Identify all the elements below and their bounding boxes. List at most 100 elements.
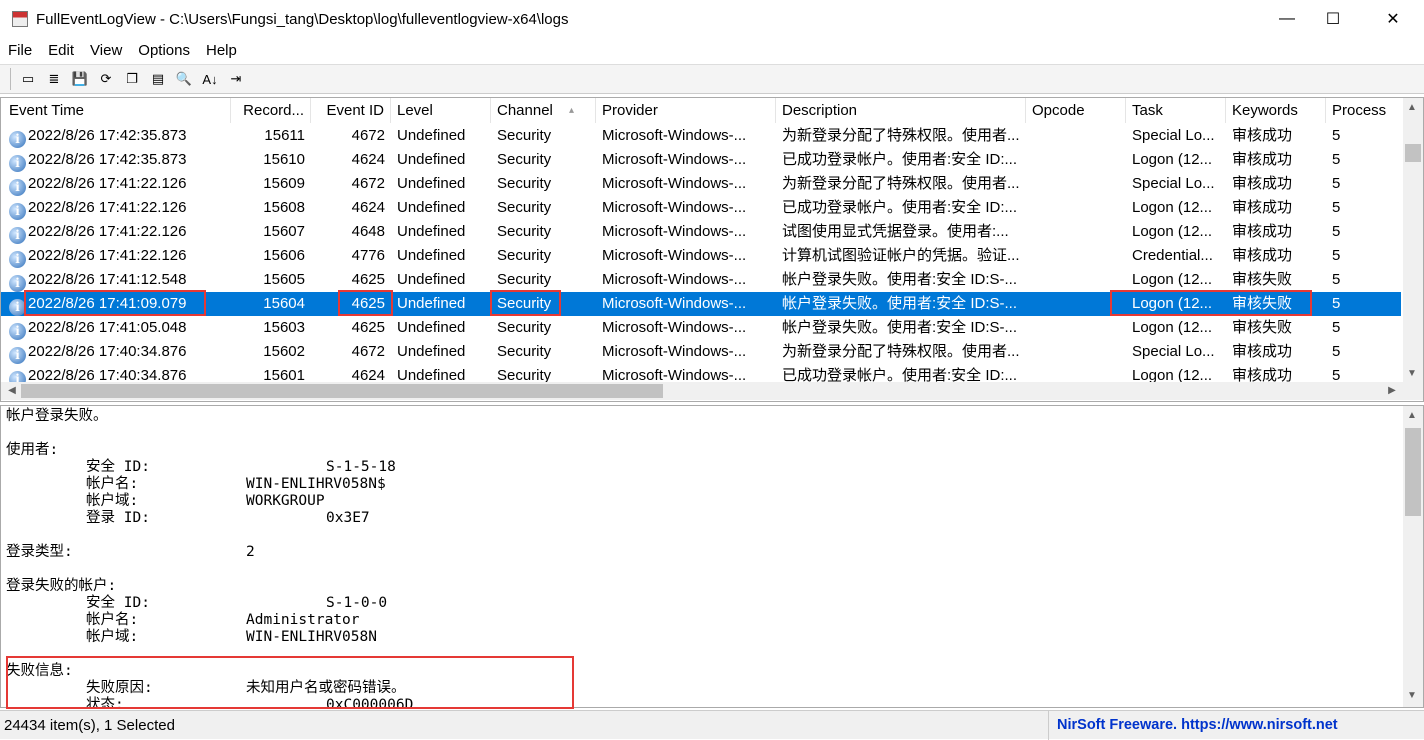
scroll-left-icon[interactable]: ◀ (3, 385, 21, 396)
cell-text: 2022/8/26 17:42:35.873 (28, 127, 187, 144)
cell-description: 计算机试图验证帐户的凭据。验证... (776, 244, 1026, 268)
cell-record: 15611 (231, 124, 311, 148)
menu-help[interactable]: Help (198, 42, 245, 59)
html-report-button[interactable]: ▤ (148, 69, 168, 89)
scroll-right-icon[interactable]: ▶ (1383, 385, 1401, 396)
cell-text: Undefined (397, 151, 466, 168)
column-header-description[interactable]: Description (776, 98, 1026, 123)
cell-process: 5 (1326, 148, 1406, 172)
cell-task: Special Lo... (1126, 124, 1226, 148)
table-row[interactable]: i 2022/8/26 17:41:22.126 15606 4776 Undefine… (1, 244, 1401, 268)
cell-provider: Microsoft-Windows-... (596, 220, 776, 244)
cell-text: Special Lo... (1132, 127, 1215, 144)
table-row[interactable]: i 2022/8/26 17:41:22.126 15607 4648 Undefine… (1, 220, 1401, 244)
cell-event-time: i 2022/8/26 17:41:09.079 (3, 292, 231, 316)
cell-text: 审核成功 (1232, 223, 1293, 240)
scroll-up-icon[interactable]: ▲ (1403, 410, 1421, 421)
column-header-provider[interactable]: Provider (596, 98, 776, 123)
column-header-opcode[interactable]: Opcode (1026, 98, 1126, 123)
column-header-channel[interactable]: Channel (491, 98, 596, 123)
table-row[interactable]: i 2022/8/26 17:41:12.548 15605 4625 Undefine… (1, 268, 1401, 292)
event-detail-pane[interactable]: 帐户登录失败。 使用者: 安全 ID: S-1-5-18 帐户名: WIN-EN… (0, 405, 1424, 708)
cell-text: 5 (1332, 223, 1341, 240)
cell-text: 为新登录分配了特殊权限。使用者... (782, 175, 1020, 192)
scroll-thumb[interactable] (1405, 428, 1421, 516)
event-list[interactable]: Event Time Record... Event ID Level Channel ▴… (0, 97, 1424, 402)
cell-channel: Security (491, 148, 596, 172)
table-row[interactable]: i 2022/8/26 17:42:35.873 15610 4624 Undefine… (1, 148, 1401, 172)
column-header-keywords[interactable]: Keywords (1226, 98, 1326, 123)
column-header-level[interactable]: Level (391, 98, 491, 123)
table-row[interactable]: i 2022/8/26 17:41:09.079 15604 4625 Undefine… (1, 292, 1401, 316)
list-vertical-scrollbar[interactable]: ▲ ▼ (1403, 98, 1423, 383)
find-button[interactable]: 🔍 (174, 69, 194, 89)
column-header-process[interactable]: Process (1326, 98, 1406, 123)
cell-text: 审核成功 (1232, 151, 1293, 168)
cell-opcode (1026, 244, 1126, 268)
info-icon: i (9, 299, 26, 316)
column-header-event-id[interactable]: Event ID (311, 98, 391, 123)
copy-button[interactable]: ❐ (122, 69, 142, 89)
column-header-event-time[interactable]: Event Time (3, 98, 231, 123)
cell-text: Microsoft-Windows-... (602, 199, 747, 216)
table-row[interactable]: i 2022/8/26 17:42:35.873 15611 4672 Undefine… (1, 124, 1401, 148)
scroll-up-icon[interactable]: ▲ (1403, 102, 1421, 113)
cell-text: Microsoft-Windows-... (602, 247, 747, 264)
cell-task: Logon (12... (1126, 196, 1226, 220)
scroll-down-icon[interactable]: ▼ (1403, 368, 1421, 379)
cell-text: Credential... (1132, 247, 1213, 264)
table-row[interactable]: i 2022/8/26 17:41:22.126 15609 4672 Undefine… (1, 172, 1401, 196)
nirsoft-link[interactable]: NirSoft Freeware. https://www.nirsoft.ne… (1048, 711, 1338, 740)
cell-record: 15605 (231, 268, 311, 292)
cell-process: 5 (1326, 268, 1406, 292)
cell-opcode (1026, 220, 1126, 244)
cell-opcode (1026, 316, 1126, 340)
properties-button[interactable]: ▭ (18, 69, 38, 89)
exit-button[interactable]: ⇥ (226, 69, 246, 89)
cell-text: 帐户登录失败。使用者:安全 ID:S-... (782, 271, 1018, 288)
table-row[interactable]: i 2022/8/26 17:40:34.876 15602 4672 Undefine… (1, 340, 1401, 364)
scroll-thumb[interactable] (1405, 144, 1421, 162)
table-row[interactable]: i 2022/8/26 17:41:05.048 15603 4625 Undefine… (1, 316, 1401, 340)
cell-process: 5 (1326, 340, 1406, 364)
cell-text: 4672 (351, 127, 385, 144)
cell-description: 试图使用显式凭据登录。使用者:... (776, 220, 1026, 244)
column-header-task[interactable]: Task (1126, 98, 1226, 123)
save-button[interactable]: 💾 (70, 69, 90, 89)
cell-text: 已成功登录帐户。使用者:安全 ID:... (782, 199, 1018, 216)
refresh-icon: ⟳ (100, 71, 112, 86)
cell-provider: Microsoft-Windows-... (596, 124, 776, 148)
minimize-button[interactable]: — (1264, 0, 1310, 38)
cell-provider: Microsoft-Windows-... (596, 244, 776, 268)
cell-event-time: i 2022/8/26 17:41:22.126 (3, 172, 231, 196)
cell-text: 2022/8/26 17:41:12.548 (28, 271, 187, 288)
detail-vertical-scrollbar[interactable]: ▲ ▼ (1403, 406, 1423, 707)
maximize-button[interactable]: ☐ (1310, 0, 1356, 38)
close-button[interactable]: ✕ (1370, 0, 1416, 38)
sort-button[interactable]: A↓ (200, 69, 220, 89)
cell-text: 帐户登录失败。使用者:安全 ID:S-... (782, 319, 1018, 336)
cell-opcode (1026, 172, 1126, 196)
cell-text: 试图使用显式凭据登录。使用者:... (782, 223, 1009, 240)
cell-level: Undefined (391, 340, 491, 364)
menu-edit[interactable]: Edit (40, 42, 82, 59)
database-button[interactable]: ≣ (44, 69, 64, 89)
table-row[interactable]: i 2022/8/26 17:41:22.126 15608 4624 Undefine… (1, 196, 1401, 220)
cell-text: 15603 (263, 319, 305, 336)
menu-options[interactable]: Options (130, 42, 198, 59)
menu-view[interactable]: View (82, 42, 130, 59)
cell-text: 4672 (351, 343, 385, 360)
cell-text: Logon (12... (1132, 295, 1213, 312)
cell-keywords: 审核成功 (1226, 124, 1326, 148)
cell-text: 2022/8/26 17:41:22.126 (28, 247, 187, 264)
app-icon (12, 11, 28, 27)
cell-task: Logon (12... (1126, 292, 1226, 316)
menu-file[interactable]: File (0, 42, 40, 59)
scroll-down-icon[interactable]: ▼ (1403, 690, 1421, 701)
refresh-button[interactable]: ⟳ (96, 69, 116, 89)
scroll-thumb[interactable] (21, 384, 663, 398)
list-horizontal-scrollbar[interactable]: ◀ ▶ (1, 382, 1423, 400)
cell-text: 审核成功 (1232, 199, 1293, 216)
column-header-record[interactable]: Record... (231, 98, 311, 123)
cell-text: Microsoft-Windows-... (602, 343, 747, 360)
